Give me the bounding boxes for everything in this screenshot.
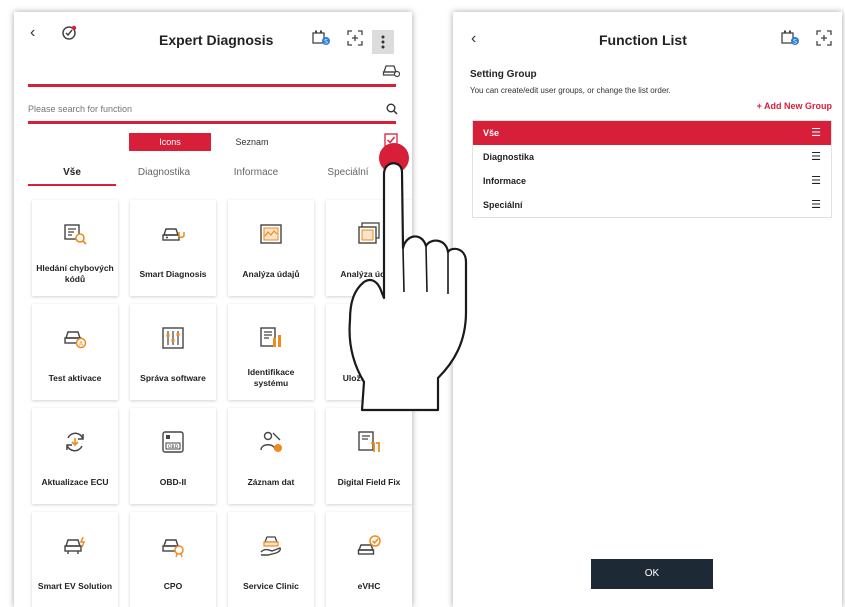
group-label: Diagnostika bbox=[483, 152, 535, 162]
saved-folder-icon bbox=[358, 330, 380, 347]
search-bar bbox=[28, 100, 398, 120]
function-label: Uložená data bbox=[342, 372, 396, 383]
function-label: Analýza údajů bbox=[340, 268, 398, 279]
screenshot-icon[interactable] bbox=[816, 30, 832, 46]
group-label: Vše bbox=[483, 128, 500, 138]
function-label: Záznam dat bbox=[247, 476, 295, 487]
service-hand-icon bbox=[260, 536, 281, 556]
page-title: Function List bbox=[599, 32, 687, 48]
group-row-diagnostika[interactable]: Diagnostika ☰ bbox=[473, 145, 831, 169]
function-smart-ev-solution[interactable]: Smart EV Solution bbox=[32, 512, 118, 607]
function-data-record[interactable]: Záznam dat bbox=[228, 408, 314, 504]
function-label: Smart Diagnosis bbox=[139, 268, 207, 279]
edit-checkbox-icon[interactable] bbox=[384, 133, 398, 147]
search-icon[interactable] bbox=[386, 103, 398, 115]
back-button[interactable]: ‹ bbox=[30, 24, 35, 42]
ok-button[interactable]: OK bbox=[591, 559, 713, 589]
function-label: Smart EV Solution bbox=[37, 580, 113, 591]
function-label: Aktualizace ECU bbox=[41, 476, 109, 487]
svg-text:S: S bbox=[793, 39, 797, 46]
back-button[interactable]: ‹ bbox=[471, 30, 476, 48]
function-label: OBD-II bbox=[159, 476, 187, 487]
drag-handle-icon[interactable]: ☰ bbox=[811, 121, 821, 145]
function-label: CPO bbox=[163, 580, 183, 591]
tab-diagnostika[interactable]: Diagnostika bbox=[120, 160, 208, 186]
obd-box-icon: OBD bbox=[162, 431, 184, 453]
add-new-group-button[interactable]: + Add New Group bbox=[757, 101, 832, 111]
software-sliders-icon bbox=[162, 327, 184, 349]
active-tab-indicator bbox=[28, 184, 116, 186]
function-cpo[interactable]: CPO bbox=[130, 512, 216, 607]
function-evhc[interactable]: eVHC bbox=[326, 512, 412, 607]
expert-diagnosis-panel: ‹ Expert Diagnosis S Please search for f… bbox=[14, 12, 412, 607]
field-fix-icon bbox=[358, 431, 380, 452]
kebab-menu-icon bbox=[381, 35, 385, 49]
function-list-panel: ‹ Function List S Setting Group You can … bbox=[453, 12, 842, 607]
tab-vse[interactable]: Vše bbox=[28, 160, 116, 186]
more-menu-button[interactable] bbox=[372, 30, 394, 54]
search-bottom-border bbox=[28, 121, 396, 124]
drag-handle-icon[interactable]: ☰ bbox=[811, 193, 821, 217]
data-record-icon bbox=[260, 431, 282, 452]
car-actuation-icon: A bbox=[64, 331, 87, 349]
vhc-check-icon bbox=[357, 535, 381, 555]
function-ecu-update[interactable]: Aktualizace ECU bbox=[32, 408, 118, 504]
ev-car-icon bbox=[64, 536, 86, 554]
function-data-analysis[interactable]: Analýza údajů bbox=[228, 200, 314, 296]
function-label: Test aktivace bbox=[48, 372, 102, 383]
vci-connect-icon[interactable] bbox=[60, 24, 78, 42]
list-view-toggle[interactable]: Seznam bbox=[211, 133, 293, 151]
function-actuation-test[interactable]: A Test aktivace bbox=[32, 304, 118, 400]
setting-group-title: Setting Group bbox=[470, 69, 537, 80]
cpo-car-icon bbox=[162, 539, 184, 558]
function-label: eVHC bbox=[357, 580, 381, 591]
vehicle-battery-icon[interactable]: S bbox=[311, 29, 331, 47]
drag-handle-icon[interactable]: ☰ bbox=[811, 169, 821, 193]
right-header: ‹ Function List S bbox=[453, 12, 842, 54]
group-label: Speciální bbox=[483, 200, 523, 210]
tab-informace[interactable]: Informace bbox=[212, 160, 300, 186]
function-label: Hledání chybových kódů bbox=[36, 263, 114, 284]
left-header: ‹ Expert Diagnosis S bbox=[14, 12, 412, 54]
function-dtc-search[interactable]: Hledání chybových kódů bbox=[32, 200, 118, 296]
svg-text:OBD: OBD bbox=[168, 444, 179, 450]
group-row-specialni[interactable]: Speciální ☰ bbox=[473, 193, 831, 217]
group-row-informace[interactable]: Informace ☰ bbox=[473, 169, 831, 193]
vehicle-battery-icon[interactable]: S bbox=[780, 29, 800, 47]
search-input[interactable] bbox=[28, 100, 368, 118]
function-obd-ii[interactable]: OBD OBD-II bbox=[130, 408, 216, 504]
car-stethoscope-icon bbox=[162, 228, 185, 241]
tab-specialni[interactable]: Speciální bbox=[304, 160, 392, 186]
function-software-management[interactable]: Správa software bbox=[130, 304, 216, 400]
group-row-vse[interactable]: Vše ☰ bbox=[473, 121, 831, 145]
group-label: Informace bbox=[483, 176, 527, 186]
dtc-search-icon bbox=[64, 224, 87, 245]
function-label: Identifikace systému bbox=[247, 367, 295, 388]
search-top-border bbox=[28, 84, 396, 87]
function-system-identification[interactable]: Identifikace systému bbox=[228, 304, 314, 400]
function-smart-diagnosis[interactable]: Smart Diagnosis bbox=[130, 200, 216, 296]
function-label: Service Clinic bbox=[243, 580, 299, 591]
function-service-clinic[interactable]: Service Clinic bbox=[228, 512, 314, 607]
system-id-icon bbox=[260, 327, 281, 347]
function-data-analysis-2[interactable]: Analýza údajů bbox=[326, 200, 412, 296]
function-label: Analýza údajů bbox=[242, 268, 300, 279]
icons-view-toggle[interactable]: Icons bbox=[129, 133, 211, 151]
category-tabs: Vše Diagnostika Informace Speciální bbox=[28, 160, 396, 188]
screenshot-icon[interactable] bbox=[347, 30, 363, 46]
function-label: Digital Field Fix bbox=[337, 476, 401, 487]
function-saved-data[interactable]: Uložená data bbox=[326, 304, 412, 400]
svg-text:S: S bbox=[324, 39, 328, 46]
vehicle-info-icon[interactable] bbox=[382, 62, 400, 78]
page-title: Expert Diagnosis bbox=[159, 32, 274, 48]
setting-group-description: You can create/edit user groups, or chan… bbox=[470, 86, 671, 95]
function-label: Správa software bbox=[140, 372, 206, 383]
data-chart-stack-icon bbox=[358, 222, 380, 244]
ecu-update-icon bbox=[66, 432, 84, 452]
drag-handle-icon[interactable]: ☰ bbox=[811, 145, 821, 169]
group-list: Vše ☰ Diagnostika ☰ Informace ☰ Speciáln… bbox=[472, 120, 832, 218]
function-digital-field-fix[interactable]: Digital Field Fix bbox=[326, 408, 412, 504]
data-chart-icon bbox=[260, 224, 282, 244]
